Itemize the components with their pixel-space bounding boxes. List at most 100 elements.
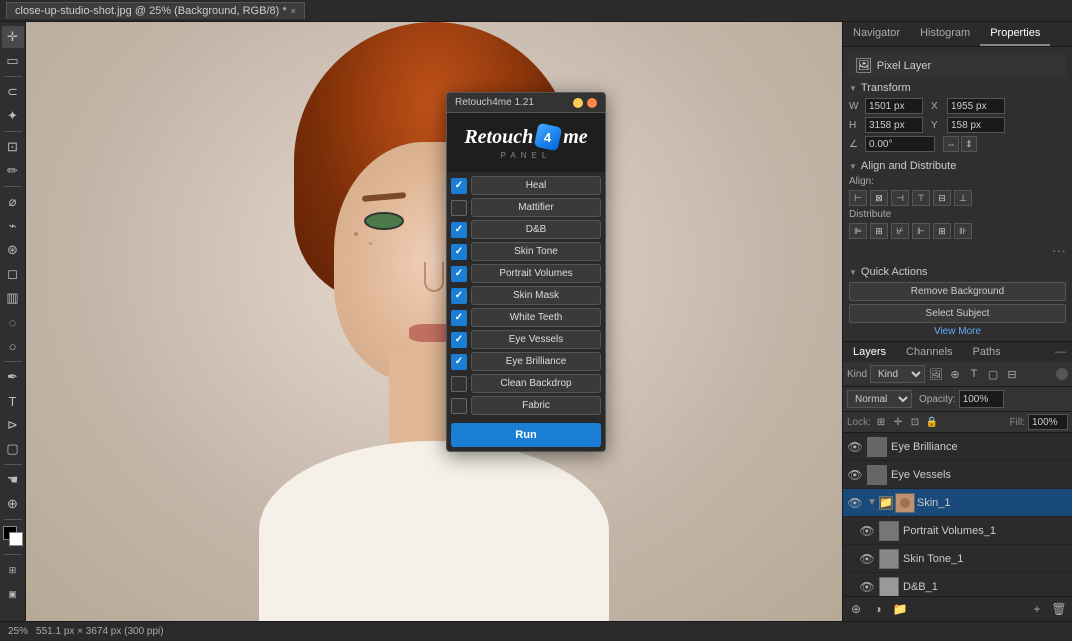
layers-collapse-btn[interactable]: — <box>1049 342 1072 362</box>
skin1-expand-arrow[interactable]: ▼ <box>867 497 877 508</box>
retouch-close-btn[interactable] <box>587 98 597 108</box>
align-middle-btn[interactable]: ⊟ <box>933 190 951 206</box>
retouch-btn-portrait-volumes[interactable]: Portrait Volumes <box>471 264 601 283</box>
align-bottom-btn[interactable]: ⊥ <box>954 190 972 206</box>
h-input[interactable] <box>865 117 923 133</box>
eye-btn-skin-tone[interactable]: 👁 <box>859 551 875 567</box>
dist-bottom-btn[interactable]: ⊪ <box>954 223 972 239</box>
layer-add-btn[interactable]: + <box>1028 600 1046 618</box>
retouch-checkbox-6[interactable] <box>451 310 467 326</box>
blur-btn[interactable]: ◌ <box>2 311 24 333</box>
align-top-btn[interactable]: ⊤ <box>912 190 930 206</box>
magic-wand-btn[interactable]: ✦ <box>2 105 24 127</box>
retouch-btn-eye-brilliance[interactable]: Eye Brilliance <box>471 352 601 371</box>
layer-row-eye-vessels[interactable]: 👁 Eye Vessels <box>843 461 1072 489</box>
lock-position-btn[interactable]: ✛ <box>891 415 905 429</box>
retouch-btn-d&b[interactable]: D&B <box>471 220 601 239</box>
extra-btn-2[interactable]: ▣ <box>2 583 24 605</box>
layer-row-skin-tone[interactable]: 👁 Skin Tone_1 <box>843 545 1072 573</box>
paths-tab[interactable]: Paths <box>963 342 1011 362</box>
retouch-btn-fabric[interactable]: Fabric <box>471 396 601 415</box>
retouch-btn-skin-tone[interactable]: Skin Tone <box>471 242 601 261</box>
angle-input[interactable] <box>865 136 935 152</box>
layer-row-portrait-volumes[interactable]: 👁 Portrait Volumes_1 <box>843 517 1072 545</box>
remove-background-btn[interactable]: Remove Background <box>849 282 1066 301</box>
tab-navigator[interactable]: Navigator <box>843 22 910 46</box>
color-swatch-area[interactable] <box>3 526 23 548</box>
retouch-checkbox-0[interactable] <box>451 178 467 194</box>
transform-header[interactable]: ▼ Transform <box>849 82 1066 94</box>
channels-tab[interactable]: Channels <box>896 342 962 362</box>
brush-btn[interactable]: ⌁ <box>2 215 24 237</box>
healing-btn[interactable]: ⌀ <box>2 191 24 213</box>
eye-btn-eye-vessels[interactable]: 👁 <box>847 467 863 483</box>
retouch-run-button[interactable]: Run <box>451 423 601 447</box>
document-tab-close[interactable]: × <box>291 6 296 16</box>
align-right-btn[interactable]: ⊣ <box>891 190 909 206</box>
retouch-btn-clean-backdrop[interactable]: Clean Backdrop <box>471 374 601 393</box>
retouch-checkbox-4[interactable] <box>451 266 467 282</box>
layer-filter-type-btn[interactable]: T <box>966 366 982 382</box>
retouch-checkbox-3[interactable] <box>451 244 467 260</box>
lock-artboards-btn[interactable]: ⊡ <box>908 415 922 429</box>
type-btn[interactable]: T <box>2 390 24 412</box>
path-btn[interactable]: ⊳ <box>2 414 24 436</box>
eraser-btn[interactable]: ◻ <box>2 263 24 285</box>
dist-right-btn[interactable]: ⊬ <box>891 223 909 239</box>
tab-properties[interactable]: Properties <box>980 22 1050 46</box>
layer-filter-btn[interactable]: ⊕ <box>847 600 865 618</box>
dist-center-h-btn[interactable]: ⊞ <box>870 223 888 239</box>
dist-left-btn[interactable]: ⊫ <box>849 223 867 239</box>
tab-histogram[interactable]: Histogram <box>910 22 980 46</box>
move-tool-btn[interactable]: ✛ <box>2 26 24 48</box>
eye-btn-portrait-volumes[interactable]: 👁 <box>859 523 875 539</box>
retouch-checkbox-5[interactable] <box>451 288 467 304</box>
flip-h-btn[interactable]: ⇔ <box>943 136 959 152</box>
eyedropper-btn[interactable]: ✏ <box>2 160 24 182</box>
retouch-checkbox-7[interactable] <box>451 332 467 348</box>
crop-tool-btn[interactable]: ⊡ <box>2 136 24 158</box>
zoom-btn[interactable]: ⊕ <box>2 493 24 515</box>
canvas-area[interactable]: Retouch4me 1.21 Retouch 4 me PANEL <box>26 22 842 621</box>
layer-filter-toggle-btn[interactable] <box>1056 368 1068 380</box>
align-left-btn[interactable]: ⊢ <box>849 190 867 206</box>
quick-actions-header[interactable]: ▼ Quick Actions <box>849 266 1066 278</box>
retouch-btn-skin-mask[interactable]: Skin Mask <box>471 286 601 305</box>
layer-filter-adj-btn[interactable]: ⊕ <box>947 366 963 382</box>
layer-filter-smart-btn[interactable]: ⊟ <box>1004 366 1020 382</box>
retouch-btn-white-teeth[interactable]: White Teeth <box>471 308 601 327</box>
retouch-checkbox-1[interactable] <box>451 200 467 216</box>
layer-row-db1[interactable]: 👁 D&B_1 <box>843 573 1072 596</box>
layers-kind-select[interactable]: Kind <box>870 365 925 383</box>
shape-btn[interactable]: ▢ <box>2 438 24 460</box>
layer-filter-pixel-btn[interactable]: 🖼 <box>928 366 944 382</box>
retouch-btn-heal[interactable]: Heal <box>471 176 601 195</box>
background-color[interactable] <box>9 532 23 546</box>
pen-btn[interactable]: ✒ <box>2 366 24 388</box>
opacity-input[interactable] <box>959 390 1004 408</box>
gradient-btn[interactable]: ▥ <box>2 287 24 309</box>
retouch-minimize-btn[interactable] <box>573 98 583 108</box>
dodge-btn[interactable]: ○ <box>2 335 24 357</box>
select-subject-btn[interactable]: Select Subject <box>849 304 1066 323</box>
w-input[interactable] <box>865 98 923 114</box>
document-tab[interactable]: close-up-studio-shot.jpg @ 25% (Backgrou… <box>6 2 305 19</box>
retouch-btn-eye-vessels[interactable]: Eye Vessels <box>471 330 601 349</box>
extra-btn-1[interactable]: ⊞ <box>2 559 24 581</box>
layer-adjust-btn[interactable]: ◑ <box>869 600 887 618</box>
lasso-tool-btn[interactable]: ⊂ <box>2 81 24 103</box>
eye-btn-eye-brilliance[interactable]: 👁 <box>847 439 863 455</box>
retouch-btn-mattifier[interactable]: Mattifier <box>471 198 601 217</box>
y-input[interactable] <box>947 117 1005 133</box>
blend-mode-select[interactable]: Normal <box>847 390 912 408</box>
marquee-tool-btn[interactable]: ▭ <box>2 50 24 72</box>
align-more-btn[interactable]: ··· <box>849 242 1066 258</box>
align-center-h-btn[interactable]: ⊠ <box>870 190 888 206</box>
flip-v-btn[interactable]: ⇕ <box>961 136 977 152</box>
retouch-checkbox-2[interactable] <box>451 222 467 238</box>
eye-btn-db1[interactable]: 👁 <box>859 579 875 595</box>
hand-btn[interactable]: ☚ <box>2 469 24 491</box>
eye-btn-skin1[interactable]: 👁 <box>847 495 863 511</box>
retouch-checkbox-8[interactable] <box>451 354 467 370</box>
lock-pixels-btn[interactable]: ⊞ <box>874 415 888 429</box>
